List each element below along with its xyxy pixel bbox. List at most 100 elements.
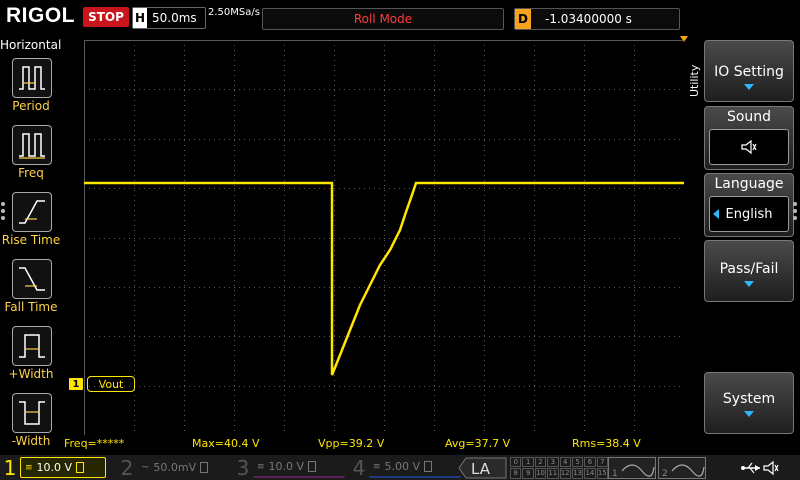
logic-analyzer-status[interactable]: LA 0 1 2 3 4 5 6 7 8 9 10 11 12 13 14 15 — [458, 455, 608, 480]
channel-4-number: 4 — [352, 455, 366, 480]
la-bit: 3 — [547, 456, 559, 467]
measurement-freq: Freq=***** — [64, 437, 125, 450]
la-bit: 4 — [559, 456, 571, 467]
la-bit: 8 — [510, 468, 522, 479]
language-value-box: English — [709, 196, 789, 232]
measurement-vpp: Vpp=39.2 V — [318, 437, 385, 450]
language-label: Language — [714, 176, 784, 192]
la-bit: 5 — [571, 456, 584, 467]
rise-time-label: Rise Time — [1, 233, 61, 247]
fall-time-label: Fall Time — [4, 300, 58, 314]
delay-display[interactable]: D -1.03400000 s — [514, 8, 680, 30]
pass-fail-label: Pass/Fail — [719, 261, 779, 277]
period-button[interactable] — [12, 58, 52, 98]
dc-coupling-icon: ≡ — [257, 461, 265, 472]
channel-2-number: 2 — [120, 455, 134, 480]
trigger-slot-1-icon: 1 — [608, 456, 656, 479]
timebase-value: 50.0ms — [152, 11, 197, 25]
channel-1-status[interactable]: 1 ≡ 10.0 V — [0, 455, 106, 480]
usb-icon — [741, 462, 760, 473]
freq-button[interactable] — [12, 125, 52, 165]
rigol-logo: RIGOL — [6, 4, 75, 27]
period-label: Period — [12, 99, 50, 113]
channel-1-marker[interactable]: 1 — [69, 378, 83, 390]
svg-text:LA: LA — [471, 460, 491, 478]
left-menu-title: Horizontal — [0, 38, 62, 52]
io-setting-button[interactable]: IO Setting — [704, 40, 794, 102]
sound-button[interactable]: Sound — [704, 106, 794, 170]
la-bit: 0 — [510, 456, 522, 467]
positive-width-label: +Width — [8, 367, 54, 381]
bandwidth-icon — [308, 461, 317, 472]
bandwidth-icon — [200, 462, 209, 473]
fall-time-button[interactable] — [12, 259, 52, 299]
fall-time-icon — [19, 267, 45, 291]
pass-fail-button[interactable]: Pass/Fail — [704, 240, 794, 302]
system-button[interactable]: System — [704, 372, 794, 434]
channel-3-scale: 10.0 V — [268, 460, 305, 473]
waveform-label[interactable]: Vout — [87, 376, 135, 392]
negative-width-button[interactable] — [12, 393, 52, 433]
speaker-muted-icon — [741, 139, 757, 155]
measurement-avg: Avg=37.7 V — [445, 437, 511, 450]
channel-4-status[interactable]: 4 ≡ 5.00 V — [349, 455, 461, 480]
channel-3-number: 3 — [236, 455, 250, 480]
system-label: System — [722, 391, 776, 407]
speaker-muted-icon — [763, 460, 779, 475]
logic-analyzer-bits: 0 1 2 3 4 5 6 7 8 9 10 11 12 13 14 15 — [510, 456, 608, 479]
sound-label: Sound — [726, 109, 772, 125]
io-setting-arrow-icon — [744, 84, 754, 90]
channel-2-status[interactable]: 2 ~ 50.0mV — [117, 455, 231, 480]
utility-section-label: Utility — [688, 64, 701, 97]
la-bit: 15 — [596, 468, 608, 479]
channel-4-scale-box: ≡ 5.00 V — [369, 457, 461, 478]
channel-3-status[interactable]: 3 ≡ 10.0 V — [233, 455, 345, 480]
negative-width-icon — [19, 401, 45, 425]
negative-width-label: -Width — [11, 434, 51, 448]
svg-text:1: 1 — [612, 469, 618, 479]
timebase-display[interactable]: H 50.0ms — [132, 7, 206, 29]
svg-text:2: 2 — [662, 469, 668, 479]
grid-lines — [84, 40, 684, 435]
positive-width-icon — [19, 334, 45, 358]
delay-value: -1.03400000 s — [545, 12, 632, 26]
trigger-slot-1[interactable]: 1 — [608, 455, 656, 480]
trigger-slot-2-icon: 2 — [658, 456, 706, 479]
freq-icon — [19, 133, 45, 159]
logic-analyzer-label-box: LA — [458, 457, 507, 478]
positive-width-button[interactable] — [12, 326, 52, 366]
bandwidth-icon — [424, 461, 433, 472]
measurement-rms: Rms=38.4 V — [572, 437, 641, 450]
channel-3-scale-box: ≡ 10.0 V — [253, 457, 345, 478]
io-setting-label: IO Setting — [714, 64, 784, 80]
la-bit: 1 — [522, 456, 534, 467]
system-arrow-icon — [744, 411, 754, 417]
la-bit: 10 — [534, 468, 547, 479]
freq-label: Freq — [18, 166, 44, 180]
ac-coupling-icon: ~ — [141, 462, 150, 473]
delay-label: D — [515, 9, 531, 29]
la-bit: 12 — [559, 468, 571, 479]
la-bit: 14 — [584, 468, 596, 479]
sound-value-box — [709, 129, 789, 165]
la-bit: 2 — [534, 456, 547, 467]
rise-time-icon — [19, 200, 45, 224]
svg-text:Utility: Utility — [688, 64, 701, 97]
trigger-slot-2[interactable]: 2 — [658, 455, 706, 480]
waveform-display — [84, 40, 684, 435]
run-status-badge[interactable]: STOP — [83, 7, 129, 27]
rise-time-button[interactable] — [12, 192, 52, 232]
channel-1-scale: 10.0 V — [36, 461, 73, 474]
period-icon — [19, 66, 45, 90]
acquisition-mode: Roll Mode — [262, 8, 504, 30]
measurement-bar: Freq=***** Max=40.4 V Vpp=39.2 V Avg=37.… — [62, 437, 682, 451]
language-button[interactable]: Language English — [704, 173, 794, 237]
la-bit: 7 — [596, 456, 608, 467]
language-left-arrow-icon — [713, 209, 719, 219]
right-scroll-indicator — [793, 202, 798, 223]
pass-fail-arrow-icon — [744, 281, 754, 287]
usb-status — [740, 455, 780, 480]
dc-coupling-icon: ≡ — [373, 461, 381, 472]
channel-2-scale: 50.0mV — [153, 461, 197, 474]
channel-2-scale-box: ~ 50.0mV — [137, 458, 231, 477]
